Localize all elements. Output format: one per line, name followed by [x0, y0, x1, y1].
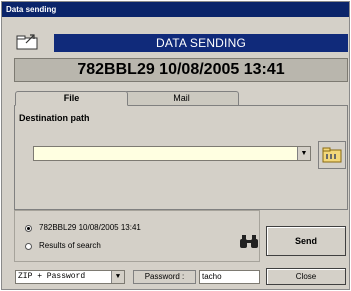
chevron-down-icon[interactable]: ▼	[297, 147, 310, 160]
radio-current-record[interactable]	[25, 225, 32, 232]
send-button[interactable]: Send	[266, 226, 346, 256]
close-button[interactable]: Close	[266, 268, 346, 285]
password-field[interactable]: tacho	[199, 270, 260, 284]
source-selection-group: 782BBL29 10/08/2005 13:41 Results of sea…	[14, 210, 260, 262]
vehicle-date-info: 782BBL29 10/08/2005 13:41	[14, 58, 348, 82]
browse-folder-button[interactable]	[318, 141, 346, 169]
radio-results-of-search-label: Results of search	[39, 241, 101, 250]
destination-path-select[interactable]: ▼	[33, 146, 311, 161]
destination-path-label: Destination path	[19, 113, 90, 123]
chevron-down-icon[interactable]: ▼	[111, 271, 124, 283]
page-title: DATA SENDING	[54, 34, 348, 52]
folder-send-icon	[16, 34, 38, 50]
file-tab-panel: Destination path ▼	[14, 105, 348, 210]
binoculars-icon[interactable]	[238, 233, 260, 249]
folder-browse-icon	[322, 147, 342, 163]
radio-current-record-label: 782BBL29 10/08/2005 13:41	[39, 223, 141, 232]
window-titlebar: Data sending	[2, 2, 349, 17]
radio-results-of-search[interactable]	[25, 243, 32, 250]
tab-file[interactable]: File	[15, 91, 128, 106]
password-label: Password :	[133, 270, 196, 284]
compression-mode-value: ZIP + Password	[18, 272, 86, 281]
compression-mode-select[interactable]: ZIP + Password ▼	[15, 270, 125, 284]
tab-mail[interactable]: Mail	[124, 91, 239, 106]
data-sending-window: Data sending DATA SENDING 782BBL29 10/08…	[1, 1, 350, 290]
